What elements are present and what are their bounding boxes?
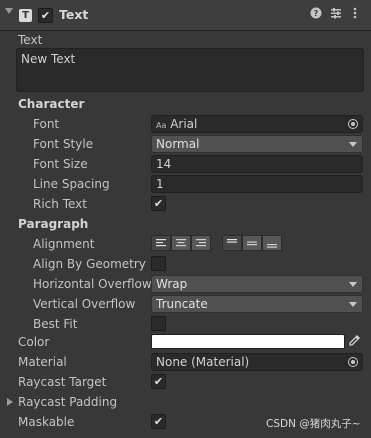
- font-style-label: Font Style: [33, 137, 94, 151]
- font-asset-icon: Aa: [156, 121, 167, 130]
- text-label: Text: [18, 33, 43, 47]
- material-label: Material: [18, 355, 67, 369]
- rich-text-checkbox[interactable]: ✔: [151, 196, 166, 211]
- alignment-label: Alignment: [33, 237, 95, 251]
- raycast-target-label: Raycast Target: [18, 375, 107, 389]
- raycast-target-checkbox[interactable]: ✔: [151, 374, 166, 389]
- horizontal-overflow-label: Horizontal Overflow: [33, 277, 152, 291]
- align-center-button[interactable]: [171, 235, 191, 251]
- eyedropper-icon[interactable]: [348, 333, 362, 347]
- color-swatch[interactable]: [151, 334, 345, 349]
- best-fit-label: Best Fit: [33, 317, 78, 331]
- font-size-label: Font Size: [33, 157, 88, 171]
- best-fit-checkbox[interactable]: [151, 316, 166, 331]
- horizontal-overflow-value: Wrap: [156, 277, 188, 291]
- chevron-down-icon: [349, 302, 357, 307]
- kebab-menu-icon[interactable]: [348, 7, 362, 21]
- paragraph-section-title: Paragraph: [18, 217, 89, 231]
- character-section-title: Character: [18, 97, 85, 111]
- text-area[interactable]: New Text: [16, 48, 364, 92]
- maskable-label: Maskable: [18, 415, 75, 429]
- align-by-geometry-checkbox[interactable]: [151, 256, 166, 271]
- vertical-overflow-value: Truncate: [156, 297, 208, 311]
- align-bottom-button[interactable]: [262, 235, 282, 251]
- line-spacing-label: Line Spacing: [33, 177, 110, 191]
- line-spacing-input[interactable]: 1: [151, 175, 363, 193]
- align-middle-button[interactable]: [242, 235, 262, 251]
- preset-icon[interactable]: [329, 7, 343, 21]
- material-value: None (Material): [156, 355, 250, 369]
- horizontal-alignment-group: [151, 235, 213, 251]
- object-picker-icon[interactable]: [348, 119, 358, 129]
- material-field[interactable]: None (Material): [151, 353, 363, 371]
- horizontal-overflow-dropdown[interactable]: Wrap: [151, 275, 363, 293]
- component-header[interactable]: T ✔ Text ?: [0, 0, 371, 31]
- align-by-geometry-label: Align By Geometry: [33, 257, 146, 271]
- help-icon[interactable]: ?: [309, 7, 323, 21]
- font-style-value: Normal: [156, 137, 200, 151]
- align-top-button[interactable]: [222, 235, 242, 251]
- font-style-dropdown[interactable]: Normal: [151, 135, 363, 153]
- foldout-arrow-icon[interactable]: [7, 398, 13, 406]
- chevron-down-icon: [349, 142, 357, 147]
- vertical-alignment-group: [222, 235, 284, 251]
- font-size-input[interactable]: 14: [151, 155, 363, 173]
- font-field[interactable]: Aa Arial: [151, 115, 363, 133]
- raycast-padding-label[interactable]: Raycast Padding: [18, 395, 117, 409]
- color-label: Color: [18, 335, 50, 349]
- svg-text:?: ?: [314, 9, 319, 18]
- vertical-overflow-dropdown[interactable]: Truncate: [151, 295, 363, 313]
- align-right-button[interactable]: [191, 235, 211, 251]
- font-label: Font: [33, 117, 60, 131]
- vertical-overflow-label: Vertical Overflow: [33, 297, 136, 311]
- rich-text-label: Rich Text: [33, 197, 87, 211]
- text-component-icon: T: [19, 9, 32, 22]
- component-title: Text: [59, 7, 89, 22]
- fold-arrow-icon[interactable]: [5, 8, 13, 14]
- align-left-button[interactable]: [151, 235, 171, 251]
- maskable-checkbox[interactable]: ✔: [151, 414, 166, 429]
- font-value: Arial: [170, 117, 198, 131]
- component-enabled-checkbox[interactable]: ✔: [38, 8, 53, 23]
- alpha-bar: [152, 347, 344, 348]
- object-picker-icon[interactable]: [348, 357, 358, 367]
- watermark-text: CSDN @猪肉丸子~: [266, 418, 361, 430]
- chevron-down-icon: [349, 282, 357, 287]
